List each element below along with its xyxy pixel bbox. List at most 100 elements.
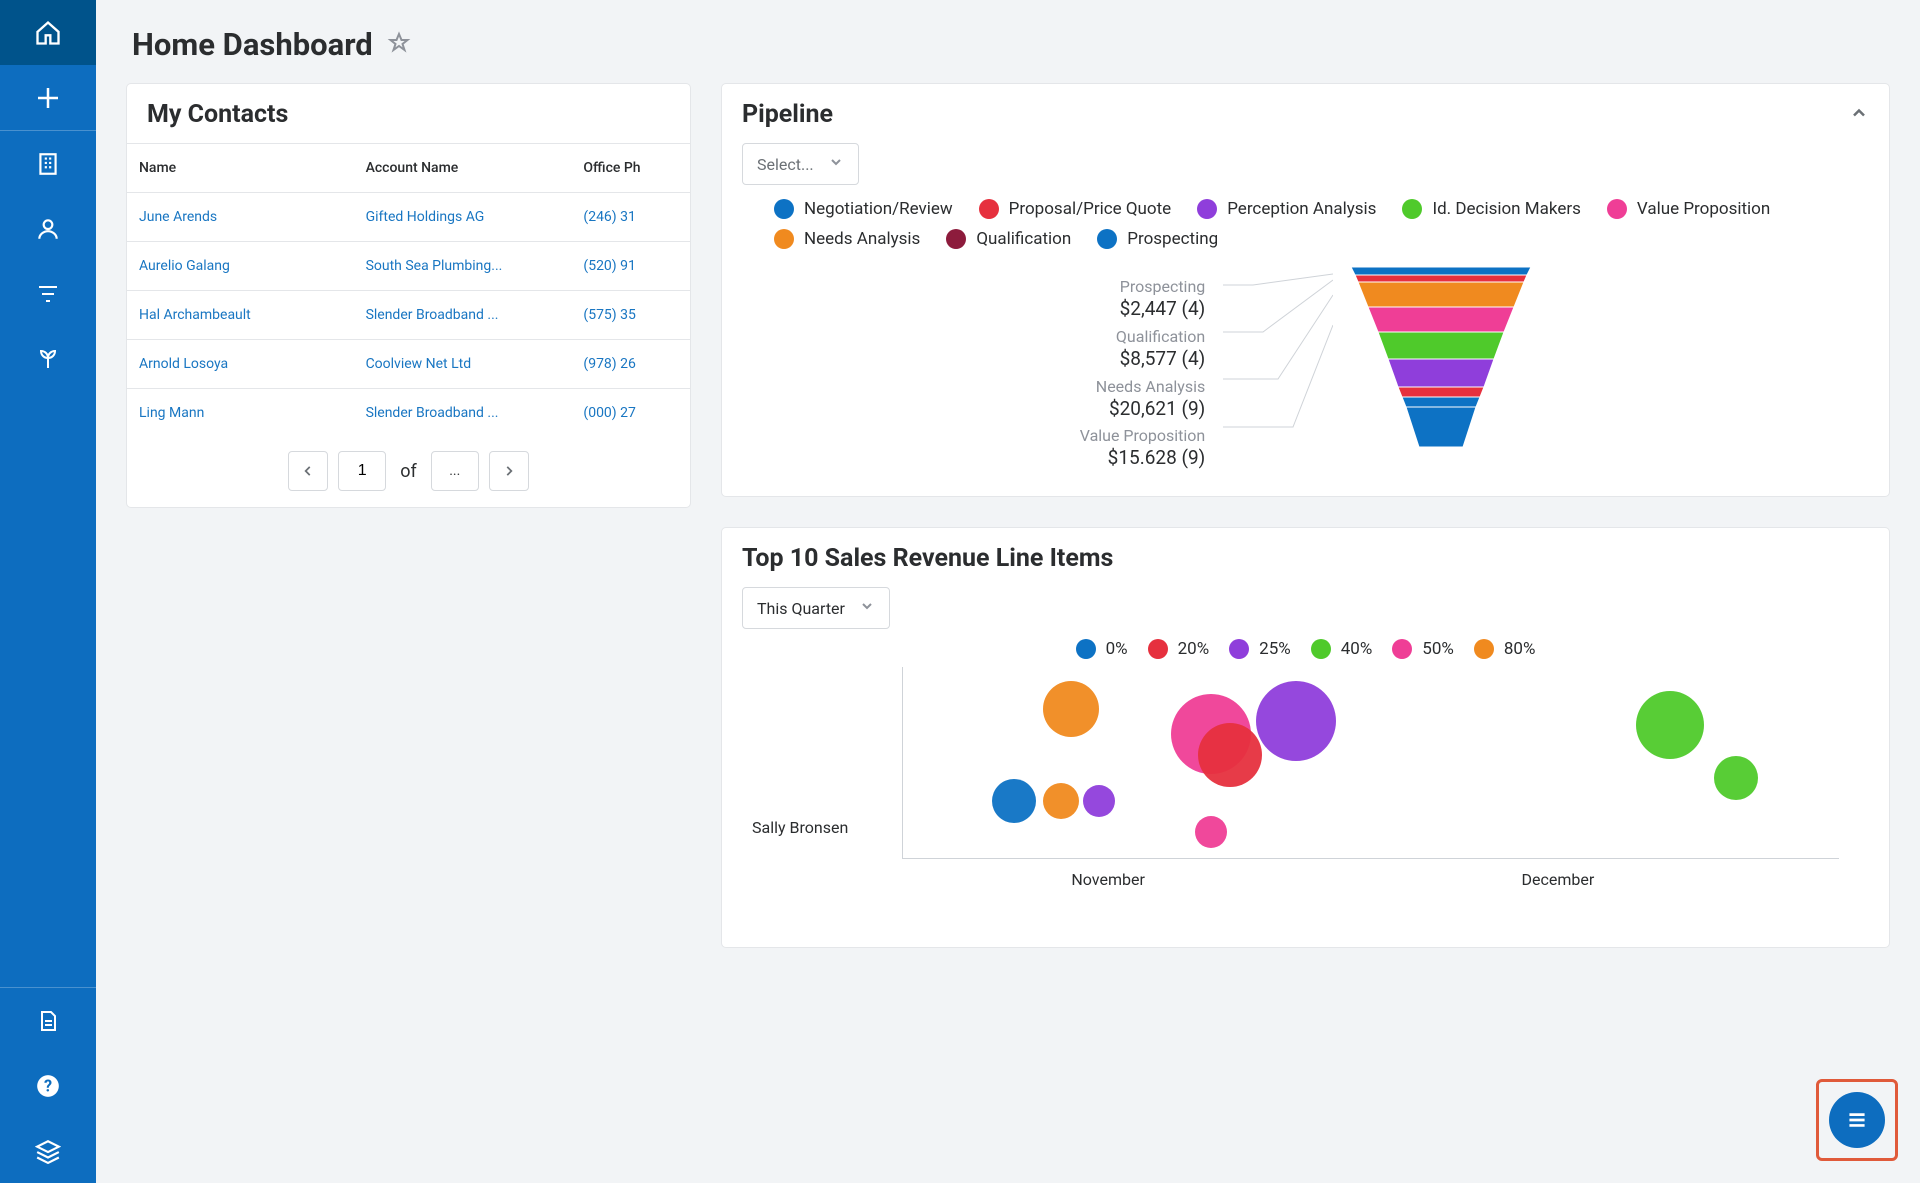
bubble-point [1043, 681, 1099, 737]
sales-items-card: Top 10 Sales Revenue Line Items This Qua… [721, 527, 1890, 948]
svg-text:?: ? [44, 1076, 52, 1095]
legend-swatch [774, 229, 794, 249]
col-header-account[interactable]: Account Name [354, 144, 572, 193]
fab-menu-button[interactable] [1829, 1092, 1885, 1148]
nav-filter[interactable] [0, 261, 96, 326]
legend-swatch [1402, 199, 1422, 219]
account-link[interactable]: South Sea Plumbing... [366, 258, 503, 274]
nav-documents[interactable] [0, 988, 96, 1053]
main-content: Home Dashboard My Contacts Name Account … [96, 0, 1920, 1183]
account-link[interactable]: Slender Broadband ... [366, 405, 499, 421]
filter-icon [36, 282, 60, 306]
nav-accounts[interactable] [0, 131, 96, 196]
menu-icon [1844, 1107, 1870, 1133]
funnel-value: $20,621 (9) [1080, 397, 1206, 421]
bubble-point [1714, 756, 1758, 800]
favorite-star-icon[interactable] [387, 31, 411, 59]
legend-swatch [1607, 199, 1627, 219]
card-title-sales: Top 10 Sales Revenue Line Items [742, 544, 1113, 573]
nav-leads[interactable] [0, 326, 96, 391]
chevron-right-icon [502, 464, 516, 478]
nav-home[interactable] [0, 0, 96, 65]
legend-swatch [946, 229, 966, 249]
funnel-value: $15.628 (9) [1080, 446, 1206, 470]
sprout-icon [36, 347, 60, 371]
contacts-table: Name Account Name Office Ph June Arends … [127, 143, 690, 437]
help-icon: ? [35, 1073, 61, 1099]
legend-label: 20% [1178, 639, 1210, 659]
funnel-value: $8,577 (4) [1080, 347, 1206, 371]
nav-help[interactable]: ? [0, 1053, 96, 1118]
card-title-contacts: My Contacts [147, 100, 288, 129]
legend-item: 40% [1311, 639, 1373, 659]
legend-item: Value Proposition [1607, 199, 1770, 219]
bubble-point [1636, 691, 1704, 759]
bubble-point [1195, 816, 1227, 848]
collapse-toggle[interactable] [1849, 103, 1869, 127]
x-axis [902, 858, 1839, 859]
my-contacts-card: My Contacts Name Account Name Office Ph … [126, 83, 691, 508]
card-title-pipeline: Pipeline [742, 100, 833, 129]
page-title: Home Dashboard [132, 26, 373, 63]
funnel-stage: Prospecting [1080, 277, 1206, 297]
phone-link[interactable]: (978) 26 [583, 356, 635, 372]
legend-label: 40% [1341, 639, 1373, 659]
legend-item: Perception Analysis [1197, 199, 1376, 219]
legend-swatch [1197, 199, 1217, 219]
sidebar: ? [0, 0, 96, 1183]
account-link[interactable]: Gifted Holdings AG [366, 209, 485, 225]
fab-highlight [1816, 1079, 1898, 1161]
legend-label: 80% [1504, 639, 1536, 659]
contact-name-link[interactable]: June Arends [139, 209, 217, 225]
legend-label: Qualification [976, 229, 1071, 249]
legend-swatch [1392, 639, 1412, 659]
contact-name-link[interactable]: Aurelio Galang [139, 258, 230, 274]
legend-swatch [1097, 229, 1117, 249]
select-value: This Quarter [757, 599, 845, 618]
legend-swatch [1076, 639, 1096, 659]
legend-label: Prospecting [1127, 229, 1218, 249]
legend-item: 20% [1148, 639, 1210, 659]
legend-item: Prospecting [1097, 229, 1218, 249]
nav-contacts[interactable] [0, 196, 96, 261]
phone-link[interactable]: (575) 35 [583, 307, 635, 323]
legend-item: 80% [1474, 639, 1536, 659]
table-row: Arnold Losoya Coolview Net Ltd (978) 26 [127, 340, 690, 389]
contact-name-link[interactable]: Hal Archambeault [139, 307, 251, 323]
bubble-point [1043, 783, 1079, 819]
legend-item: 50% [1392, 639, 1454, 659]
timeframe-select[interactable]: This Quarter [742, 587, 890, 629]
nav-stack[interactable] [0, 1118, 96, 1183]
phone-link[interactable]: (520) 91 [583, 258, 635, 274]
select-placeholder: Select... [757, 155, 814, 174]
pager-prev-button[interactable] [288, 451, 328, 491]
funnel-connectors [1223, 267, 1333, 457]
pager-of-label: of [396, 461, 421, 482]
account-link[interactable]: Slender Broadband ... [366, 307, 499, 323]
phone-link[interactable]: (246) 31 [583, 209, 635, 225]
account-link[interactable]: Coolview Net Ltd [366, 356, 472, 372]
funnel-stage: Needs Analysis [1080, 377, 1206, 397]
col-header-name[interactable]: Name [127, 144, 354, 193]
funnel-shape [1351, 267, 1531, 452]
contact-name-link[interactable]: Arnold Losoya [139, 356, 228, 372]
pager-page-input[interactable] [338, 451, 386, 491]
chevron-down-icon [828, 154, 844, 174]
col-header-phone[interactable]: Office Ph [571, 144, 690, 193]
pipeline-select[interactable]: Select... [742, 143, 859, 185]
pipeline-legend: Negotiation/Review Proposal/Price Quote … [774, 199, 1869, 249]
legend-label: Value Proposition [1637, 199, 1770, 219]
table-row: Hal Archambeault Slender Broadband ... (… [127, 291, 690, 340]
phone-link[interactable]: (000) 27 [583, 405, 635, 421]
x-tick-label: November [1071, 870, 1144, 889]
legend-item: Id. Decision Makers [1402, 199, 1580, 219]
chevron-left-icon [301, 464, 315, 478]
building-icon [35, 151, 61, 177]
legend-item: 0% [1076, 639, 1128, 659]
pager-next-button[interactable] [489, 451, 529, 491]
nav-create[interactable] [0, 65, 96, 130]
contact-name-link[interactable]: Ling Mann [139, 405, 204, 421]
legend-swatch [1311, 639, 1331, 659]
bubble-point [1256, 681, 1336, 761]
chevron-down-icon [859, 598, 875, 618]
